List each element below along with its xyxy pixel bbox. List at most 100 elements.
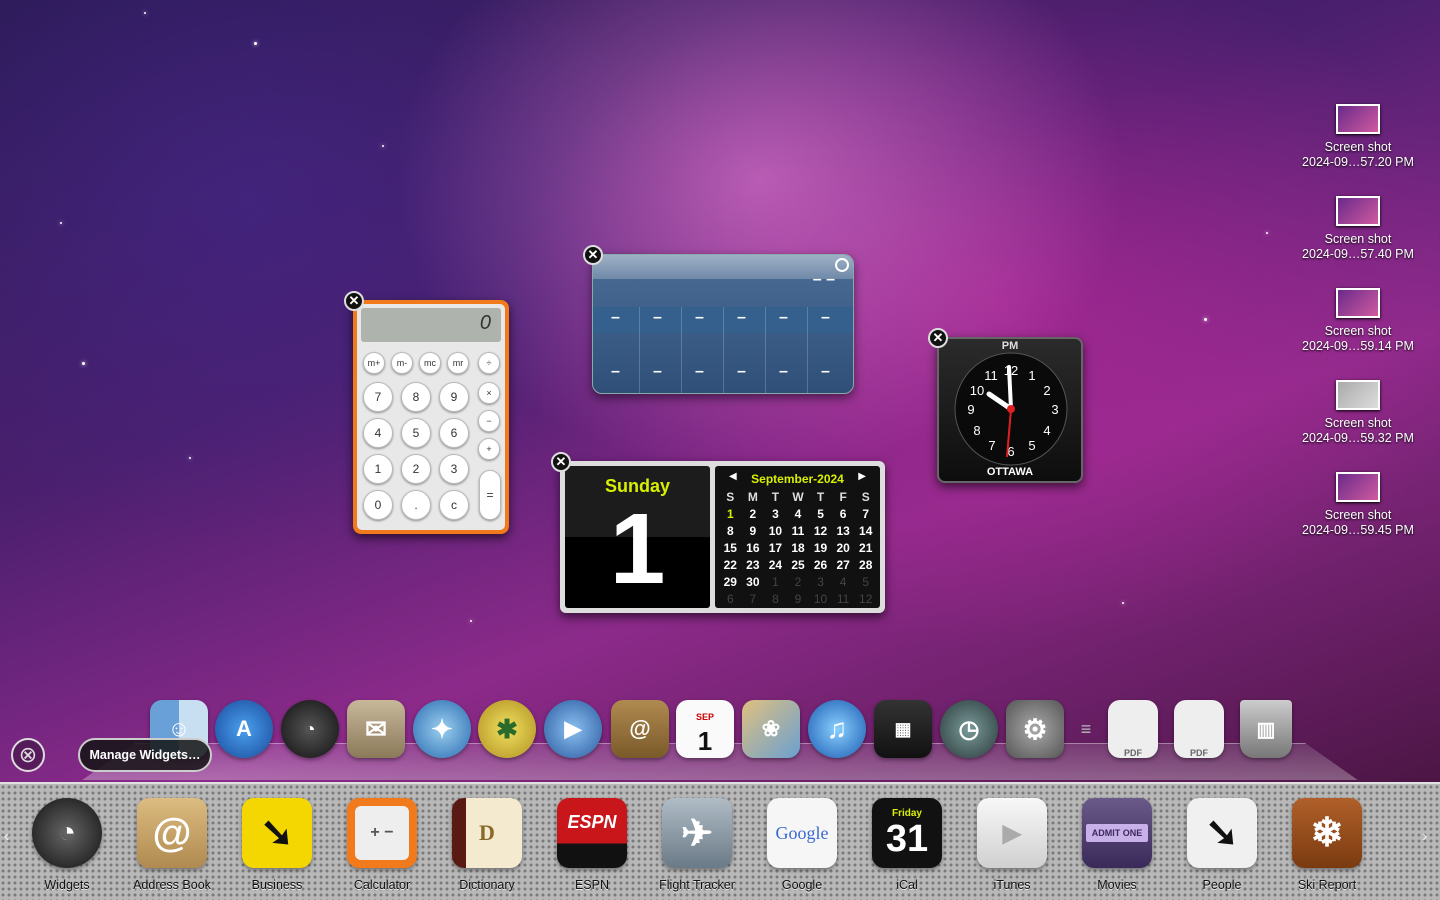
ical-icon[interactable]: SEP 1 bbox=[676, 700, 734, 758]
widget-bar-item-people[interactable]: ➘ People bbox=[1170, 798, 1274, 892]
calendar-day[interactable]: 23 bbox=[742, 558, 765, 573]
widget-bar-item-itunes[interactable]: ▶ iTunes bbox=[960, 798, 1064, 892]
calendar-day[interactable]: 29 bbox=[719, 575, 742, 590]
calendar-day[interactable]: 21 bbox=[854, 541, 877, 556]
widget-bar-item-address-book[interactable]: @ Address Book bbox=[120, 798, 224, 892]
calendar-day[interactable]: 20 bbox=[832, 541, 855, 556]
calendar-day[interactable]: 26 bbox=[809, 558, 832, 573]
calendar-day[interactable]: 9 bbox=[742, 524, 765, 539]
calc-key-6[interactable]: 6 bbox=[439, 418, 469, 448]
calc-key-multiply[interactable]: × bbox=[478, 382, 500, 404]
safari-icon[interactable]: ✦ bbox=[413, 700, 471, 758]
spaces-icon[interactable]: ▦ bbox=[874, 700, 932, 758]
pdf-icon[interactable]: PDF bbox=[1108, 700, 1158, 758]
ichat-icon[interactable]: ▶ bbox=[544, 700, 602, 758]
calc-key-8[interactable]: 8 bbox=[401, 382, 431, 412]
widget-bar-label: Calculator bbox=[353, 878, 411, 892]
widget-bar-item-movies[interactable]: ADMIT ONE Movies bbox=[1065, 798, 1169, 892]
address-book-icon[interactable]: @ bbox=[611, 700, 669, 758]
calendar-day[interactable]: 1 bbox=[719, 507, 742, 522]
pdf-icon[interactable]: PDF bbox=[1174, 700, 1224, 758]
widget-bar-item-dictionary[interactable]: D Dictionary bbox=[435, 798, 539, 892]
desktop-file[interactable]: Screen shot 2024-09…57.40 PM bbox=[1288, 196, 1428, 262]
next-month-icon[interactable]: ▶ bbox=[858, 471, 866, 482]
close-calculator-icon[interactable]: ✕ bbox=[344, 291, 364, 311]
calc-key-mplus[interactable]: m+ bbox=[363, 352, 385, 374]
calendar-day[interactable]: 16 bbox=[742, 541, 765, 556]
mail-icon[interactable]: ✉ bbox=[347, 700, 405, 758]
calc-key-2[interactable]: 2 bbox=[401, 454, 431, 484]
calc-key-minus[interactable]: − bbox=[478, 410, 500, 432]
itunes-icon[interactable]: ♫ bbox=[808, 700, 866, 758]
trash-icon[interactable]: ▥ bbox=[1240, 700, 1292, 758]
widget-bar-item-google[interactable]: Google Google bbox=[750, 798, 854, 892]
calendar-day[interactable]: 22 bbox=[719, 558, 742, 573]
close-ical-icon[interactable]: ✕ bbox=[551, 452, 571, 472]
calc-key-clear[interactable]: c bbox=[439, 490, 469, 520]
widget-bar-item-espn[interactable]: ESPN ESPN bbox=[540, 798, 644, 892]
widget-bar-item-flight-tracker[interactable]: ✈ Flight Tracker bbox=[645, 798, 749, 892]
calendar-day[interactable]: 27 bbox=[832, 558, 855, 573]
calendar-day[interactable]: 4 bbox=[787, 507, 810, 522]
calc-key-3[interactable]: 3 bbox=[439, 454, 469, 484]
calendar-day[interactable]: 10 bbox=[764, 524, 787, 539]
calendar-day[interactable]: 12 bbox=[809, 524, 832, 539]
calc-key-0[interactable]: 0 bbox=[363, 490, 393, 520]
system-preferences-icon[interactable]: ⚙ bbox=[1006, 700, 1064, 758]
iphoto-icon[interactable]: ❀ bbox=[742, 700, 800, 758]
widget-bar-item-ski-report[interactable]: ❄ Ski Report bbox=[1275, 798, 1379, 892]
calc-key-5[interactable]: 5 bbox=[401, 418, 431, 448]
calc-key-mminus[interactable]: m- bbox=[391, 352, 413, 374]
calendar-day[interactable]: 15 bbox=[719, 541, 742, 556]
close-widget-bar-button[interactable]: ⊗ bbox=[11, 738, 45, 772]
calendar-day[interactable]: 3 bbox=[764, 507, 787, 522]
desktop-file[interactable]: Screen shot 2024-09…59.32 PM bbox=[1288, 380, 1428, 446]
prev-month-icon[interactable]: ◀ bbox=[729, 471, 737, 482]
widget-bar-item-ical[interactable]: Friday 31 iCal bbox=[855, 798, 959, 892]
calendar-day[interactable]: 2 bbox=[742, 507, 765, 522]
time-machine-icon[interactable]: ◷ bbox=[940, 700, 998, 758]
calendar-day[interactable]: 11 bbox=[787, 524, 810, 539]
calc-key-mc[interactable]: mc bbox=[419, 352, 441, 374]
calendar-day[interactable]: 30 bbox=[742, 575, 765, 590]
calendar-day[interactable]: 13 bbox=[832, 524, 855, 539]
calc-key-divide[interactable]: ÷ bbox=[478, 352, 500, 374]
stack-icon[interactable]: ≡ bbox=[1072, 700, 1100, 758]
calendar-day[interactable]: 19 bbox=[809, 541, 832, 556]
calendar-day[interactable]: 7 bbox=[854, 507, 877, 522]
close-clock-icon[interactable]: ✕ bbox=[928, 328, 948, 348]
calc-key-4[interactable]: 4 bbox=[363, 418, 393, 448]
calc-key-9[interactable]: 9 bbox=[439, 382, 469, 412]
calendar-day[interactable]: 5 bbox=[809, 507, 832, 522]
spider-icon[interactable]: ✱ bbox=[478, 700, 536, 758]
scroll-left-icon[interactable]: ‹ bbox=[4, 828, 9, 846]
widget-bar-item-business[interactable]: ➘ Business bbox=[225, 798, 329, 892]
info-icon[interactable] bbox=[835, 258, 849, 272]
calendar-day[interactable]: 18 bbox=[787, 541, 810, 556]
ical-day-panel[interactable]: Sunday 1 bbox=[565, 466, 710, 608]
calc-key-plus[interactable]: + bbox=[478, 438, 500, 460]
close-weather-icon[interactable]: ✕ bbox=[583, 245, 603, 265]
ical-day-number: 1 bbox=[609, 493, 666, 605]
calendar-day[interactable]: 25 bbox=[787, 558, 810, 573]
desktop-file[interactable]: Screen shot 2024-09…59.14 PM bbox=[1288, 288, 1428, 354]
scroll-right-icon[interactable]: › bbox=[1422, 828, 1427, 846]
calendar-day[interactable]: 6 bbox=[832, 507, 855, 522]
calc-key-mr[interactable]: mr bbox=[447, 352, 469, 374]
app-store-icon[interactable]: A bbox=[215, 700, 273, 758]
calc-key-1[interactable]: 1 bbox=[363, 454, 393, 484]
desktop-file[interactable]: Screen shot 2024-09…59.45 PM bbox=[1288, 472, 1428, 538]
calendar-day[interactable]: 8 bbox=[719, 524, 742, 539]
calc-key-7[interactable]: 7 bbox=[363, 382, 393, 412]
desktop-file[interactable]: Screen shot 2024-09…57.20 PM bbox=[1288, 104, 1428, 170]
calc-key-decimal[interactable]: . bbox=[401, 490, 431, 520]
manage-widgets-button[interactable]: Manage Widgets… bbox=[78, 738, 212, 772]
calendar-day[interactable]: 24 bbox=[764, 558, 787, 573]
calendar-day[interactable]: 28 bbox=[854, 558, 877, 573]
calendar-day[interactable]: 17 bbox=[764, 541, 787, 556]
dashboard-icon[interactable]: ◔ bbox=[281, 700, 339, 758]
widget-bar-item-widgets[interactable]: ◔ Widgets bbox=[15, 798, 119, 892]
calendar-day[interactable]: 14 bbox=[854, 524, 877, 539]
widget-bar-item-calculator[interactable]: + − Calculator bbox=[330, 798, 434, 892]
calc-key-equals[interactable]: = bbox=[479, 470, 501, 520]
